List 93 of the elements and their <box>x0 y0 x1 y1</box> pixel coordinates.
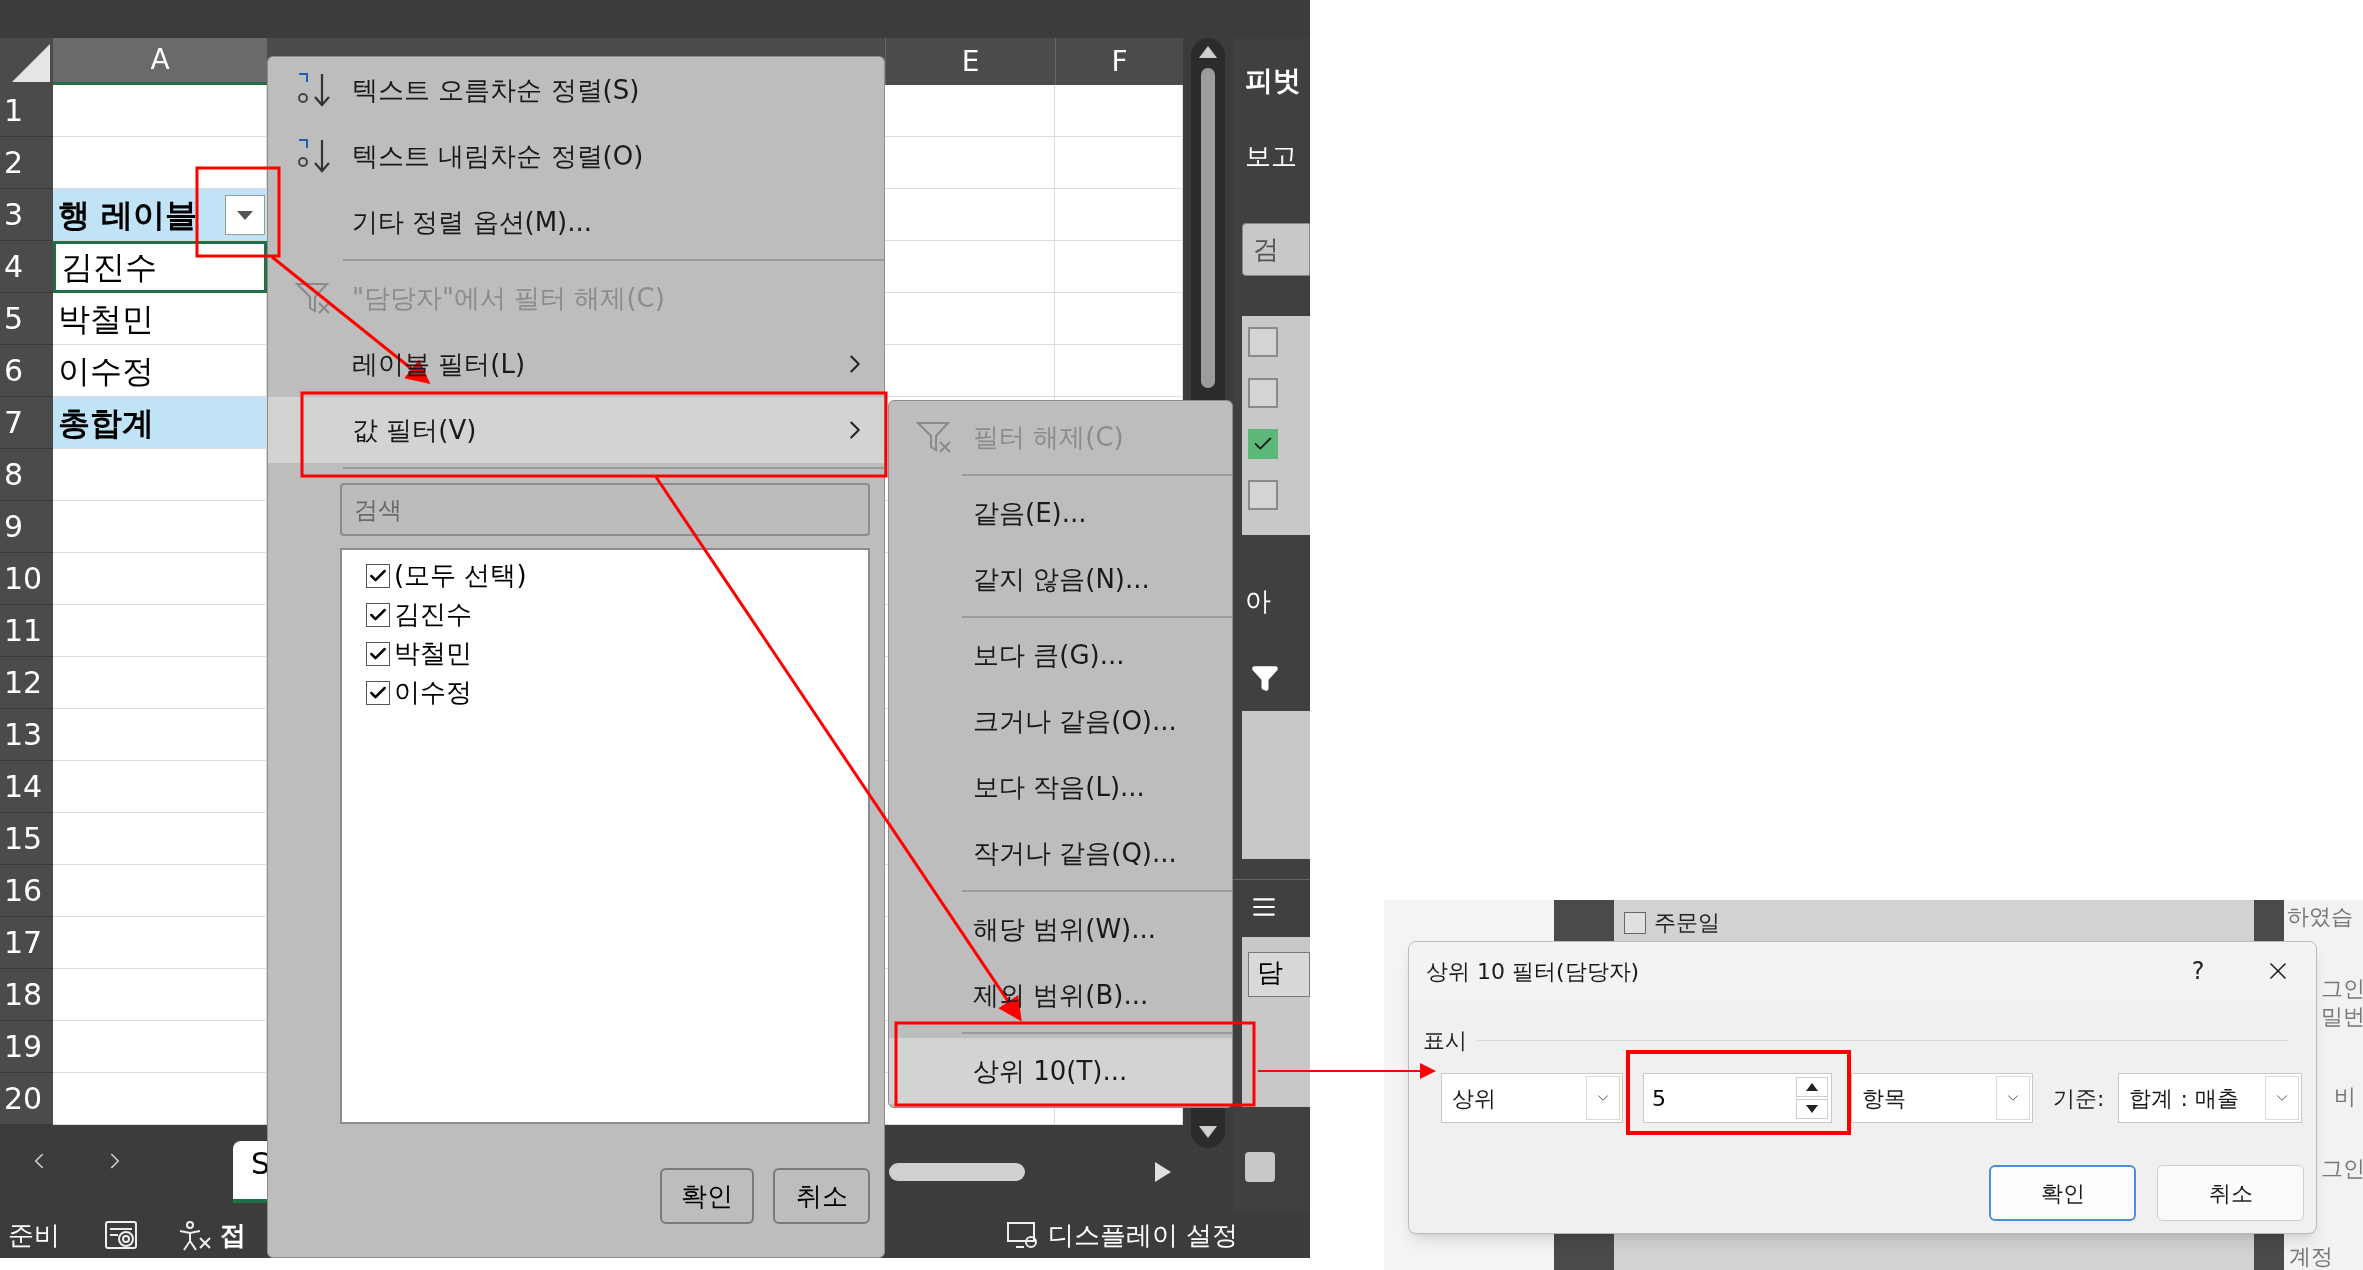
table-cell: 행 레이블 <box>53 189 267 241</box>
row-number: 17 <box>0 917 53 969</box>
background-text: 계정 <box>2289 1243 2333 1270</box>
row-number: 14 <box>0 761 53 813</box>
row-number: 20 <box>0 1073 53 1125</box>
cancel-button[interactable]: 취소 <box>773 1168 870 1224</box>
value-checkbox[interactable]: 박철민 <box>366 634 868 673</box>
value-checkbox[interactable]: (모두 선택) <box>366 556 868 595</box>
help-button[interactable]: ? <box>2178 953 2218 989</box>
menu-item[interactable]: 크거나 같음(O)... <box>889 688 1232 754</box>
row-number: 4 <box>0 241 53 293</box>
background-text: 그인 <box>2321 1155 2363 1183</box>
row-number: 12 <box>0 657 53 709</box>
background-text: 그인 <box>2321 975 2363 1003</box>
menu-item[interactable]: 값 필터(V) <box>268 397 884 463</box>
menu-item[interactable]: 같음(E)... <box>889 480 1232 546</box>
menu-item[interactable]: 보다 큼(G)... <box>889 622 1232 688</box>
field-chip[interactable]: 담 <box>1248 952 1310 997</box>
area-label: 아 <box>1245 585 1272 618</box>
table-cell: 총합계 <box>53 397 267 449</box>
row-number: 7 <box>0 397 53 449</box>
background-text: 하였습 <box>2287 903 2353 931</box>
row-number: 1 <box>0 85 53 137</box>
checkbox[interactable] <box>1624 911 1646 934</box>
field-checkbox[interactable] <box>1248 429 1278 459</box>
row-number: 13 <box>0 709 53 761</box>
menu-item[interactable]: 같지 않음(N)... <box>889 546 1232 612</box>
number-field[interactable]: 5 <box>1643 1073 1832 1123</box>
menu-item[interactable]: 작거나 같음(Q)... <box>889 820 1232 886</box>
ok-button[interactable]: 확인 <box>660 1168 754 1224</box>
display-settings-icon[interactable] <box>1006 1220 1040 1251</box>
dialog-title: 상위 10 필터(담당자) <box>1426 957 1641 986</box>
select-all-corner-icon[interactable] <box>12 44 50 82</box>
pane-title: 피벗 <box>1245 63 1302 96</box>
status-text: 접 <box>220 1219 246 1252</box>
row-number: 19 <box>0 1021 53 1073</box>
field-checkbox[interactable] <box>1248 480 1278 510</box>
row-number: 10 <box>0 553 53 605</box>
row-number: 16 <box>0 865 53 917</box>
filter-clear-icon <box>916 420 954 454</box>
spin-down-button[interactable] <box>1796 1099 1828 1119</box>
group-label: 표시 <box>1423 1027 1467 1055</box>
table-cell: 김진수 <box>53 241 267 293</box>
scroll-right-arrow-icon[interactable] <box>1155 1162 1171 1182</box>
row-number: 9 <box>0 501 53 553</box>
status-text: 준비 <box>8 1219 60 1252</box>
caret-down-icon <box>237 210 253 220</box>
value-checkbox[interactable]: 김진수 <box>366 595 868 634</box>
ok-button[interactable]: 확인 <box>1989 1165 2136 1221</box>
row-number: 15 <box>0 813 53 865</box>
menu-item[interactable]: 기타 정렬 옵션(M)... <box>268 189 884 255</box>
checkbox[interactable] <box>1245 1152 1275 1182</box>
column-header[interactable]: F <box>1055 38 1183 85</box>
column-header[interactable]: A <box>53 38 267 85</box>
spin-up-button[interactable] <box>1796 1077 1828 1097</box>
row-number: 11 <box>0 605 53 657</box>
triangle-down-icon <box>1806 1105 1818 1113</box>
triangle-up-icon <box>1806 1083 1818 1091</box>
scroll-up-icon[interactable] <box>1199 46 1217 58</box>
menu-item[interactable]: 상위 10(T)... <box>889 1038 1232 1104</box>
horizontal-scroll-thumb[interactable] <box>889 1163 1025 1181</box>
search-field[interactable]: 검 <box>1242 223 1310 276</box>
dropdown-field[interactable]: 합계 : 매출 <box>2118 1073 2303 1123</box>
column-header[interactable]: E <box>885 38 1055 85</box>
menu-item[interactable]: 텍스트 내림차순 정렬(O) <box>268 123 884 189</box>
background-text: 비 <box>2334 1083 2356 1111</box>
table-cell: 이수정 <box>53 345 267 397</box>
scroll-thumb[interactable] <box>1201 68 1215 388</box>
row-number: 18 <box>0 969 53 1021</box>
row-number: 3 <box>0 189 53 241</box>
basis-label: 기준: <box>2053 1084 2105 1113</box>
row-number: 5 <box>0 293 53 345</box>
field-label: 주문일 <box>1654 909 1720 937</box>
row-number: 8 <box>0 449 53 501</box>
value-checkbox[interactable]: 이수정 <box>366 673 868 712</box>
field-checkbox[interactable] <box>1248 327 1278 357</box>
menu-item[interactable]: 해당 범위(W)... <box>889 896 1232 962</box>
pane-subtitle: 보고 <box>1245 140 1298 173</box>
cancel-button[interactable]: 취소 <box>2157 1165 2304 1221</box>
filter-icon <box>1251 664 1279 692</box>
menu-item[interactable]: 텍스트 오름차순 정렬(S) <box>268 57 884 123</box>
macro-record-icon[interactable] <box>104 1219 140 1252</box>
dropdown-field[interactable]: 상위 <box>1441 1073 1623 1123</box>
filter-dropdown-button[interactable] <box>225 195 265 235</box>
table-cell: 박철민 <box>53 293 267 345</box>
menu-item[interactable]: 보다 작음(L)... <box>889 754 1232 820</box>
field-checkbox[interactable] <box>1248 378 1278 408</box>
background-text: 밀번 <box>2321 1003 2363 1031</box>
dropdown-field[interactable]: 항목 <box>1851 1073 2033 1123</box>
row-number: 2 <box>0 137 53 189</box>
row-number: 6 <box>0 345 53 397</box>
scroll-down-icon[interactable] <box>1199 1126 1217 1138</box>
display-settings-link[interactable]: 디스플레이 설정 <box>1048 1216 1239 1255</box>
